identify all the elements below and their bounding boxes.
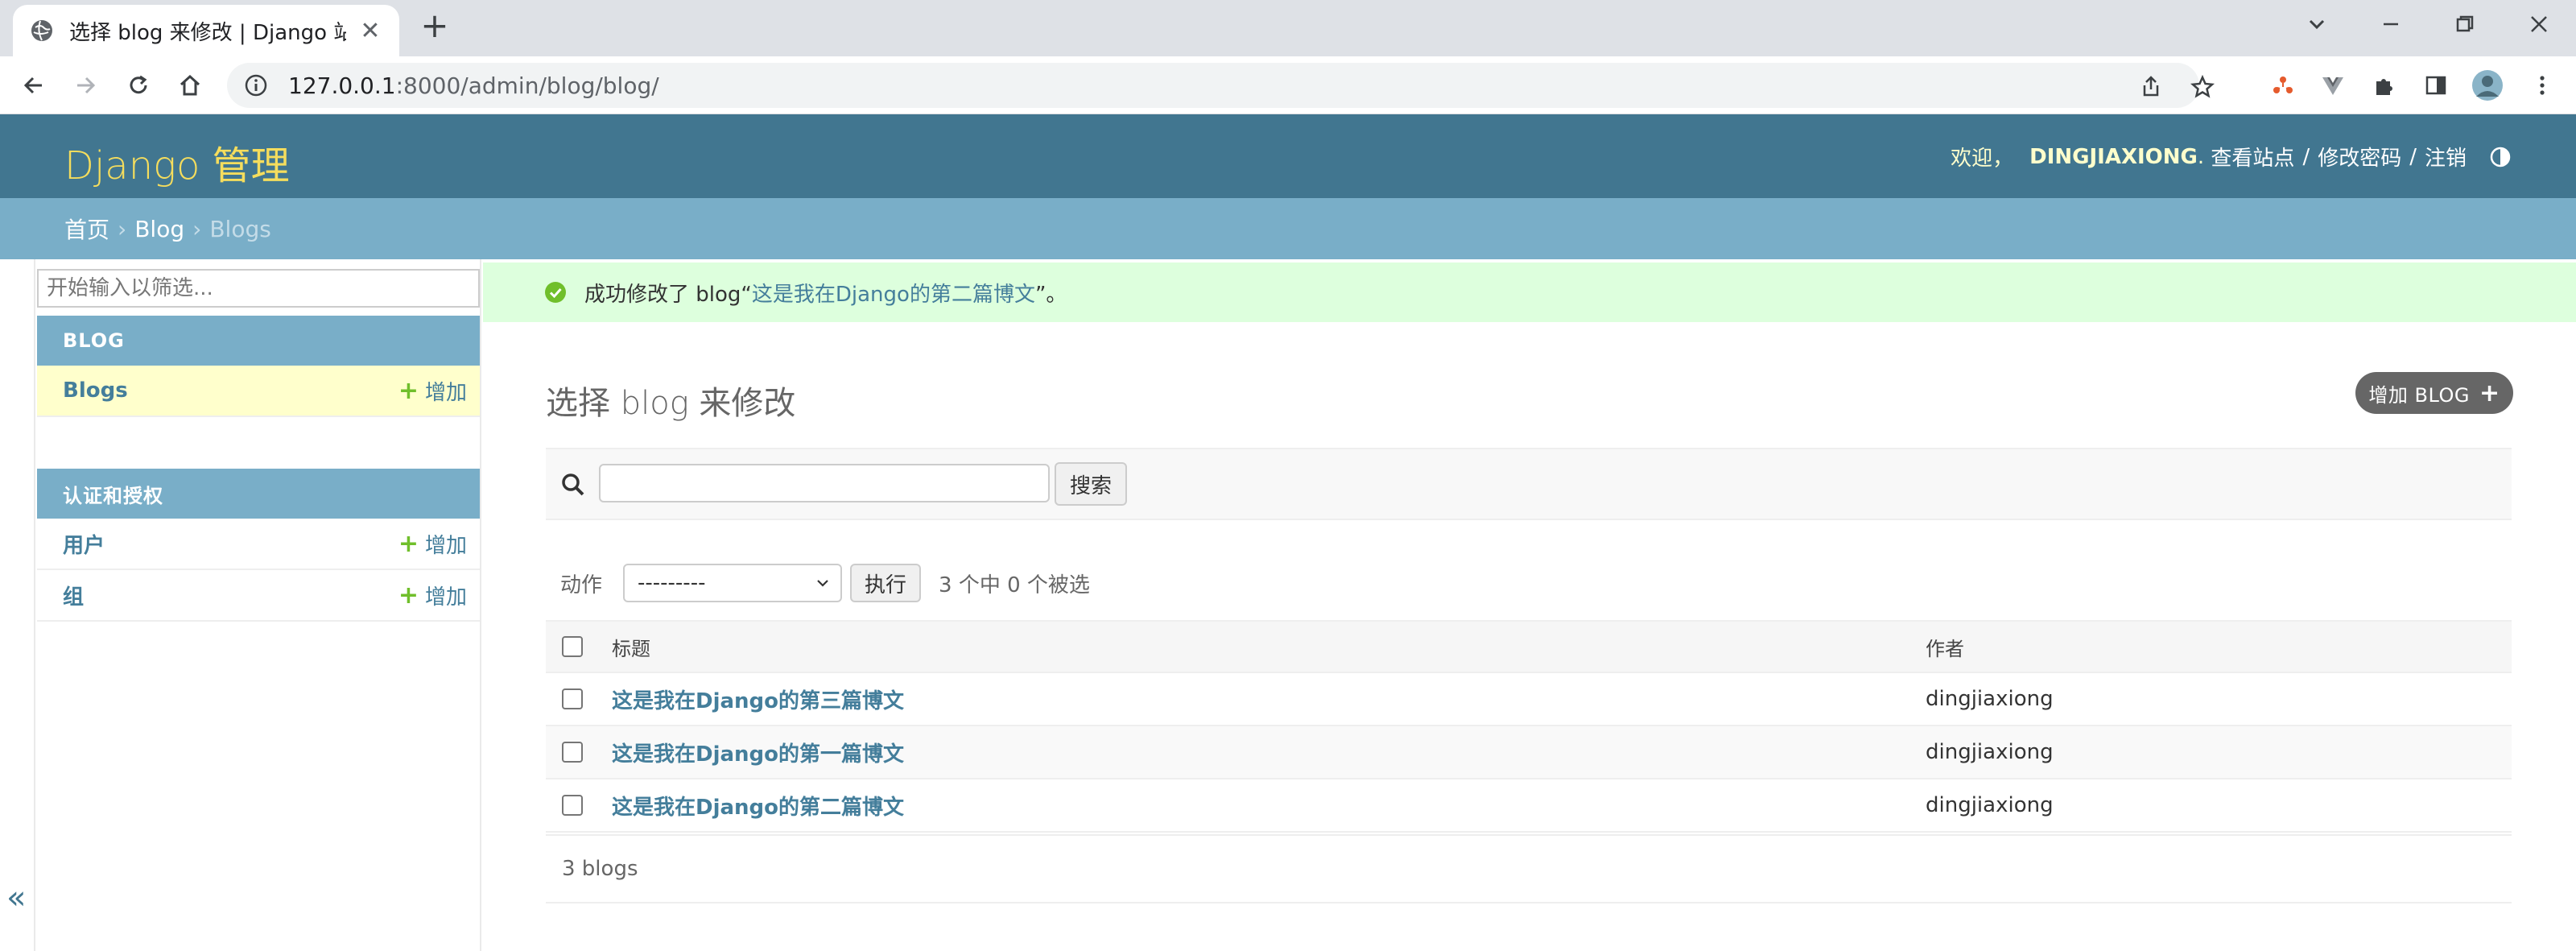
model-link[interactable]: 用户: [63, 529, 105, 559]
row-author: dingjiaxiong: [1926, 687, 2054, 711]
module-caption[interactable]: BLOG: [37, 316, 480, 366]
extension-icon[interactable]: [2265, 68, 2301, 103]
row-title-link[interactable]: 这是我在Django的第三篇博文: [612, 684, 904, 714]
change-password-link[interactable]: 修改密码: [2318, 142, 2401, 172]
profile-avatar[interactable]: [2470, 68, 2505, 103]
collapse-sidebar-icon[interactable]: «: [6, 879, 26, 916]
add-link[interactable]: + 增加: [398, 529, 467, 559]
row-author: dingjiaxiong: [1926, 793, 2054, 817]
row-checkbox[interactable]: [562, 795, 583, 816]
username: DINGJIAXIONG: [2029, 144, 2198, 169]
add-link[interactable]: + 增加: [398, 581, 467, 610]
bookmark-star-icon[interactable]: [2186, 71, 2219, 103]
execute-button[interactable]: 执行: [850, 564, 922, 602]
table-body: 这是我在Django的第三篇博文 dingjiaxiong 这是我在Django…: [546, 673, 2512, 833]
search-button[interactable]: 搜索: [1055, 462, 1127, 506]
back-icon[interactable]: [16, 68, 52, 103]
add-link[interactable]: + 增加: [398, 376, 467, 406]
side-panel-icon[interactable]: [2418, 68, 2454, 103]
paginator: 3 blogs: [546, 834, 2512, 903]
puzzle-icon[interactable]: [2367, 68, 2402, 103]
welcome-text: 欢迎，: [1951, 147, 2014, 171]
message-object-link[interactable]: 这是我在Django的第二篇博文: [752, 278, 1035, 308]
chevron-down-icon: [817, 580, 828, 587]
browser-menu-icon[interactable]: [2524, 68, 2560, 103]
success-check-icon: [545, 282, 566, 303]
sidebar-toggle-gutter[interactable]: «: [0, 259, 35, 951]
plus-icon: +: [398, 581, 419, 610]
success-message: 成功修改了 blog“ 这是我在Django的第二篇博文”。: [483, 263, 2576, 322]
table-row: 这是我在Django的第一篇博文 dingjiaxiong: [546, 726, 2512, 779]
address-bar[interactable]: 127.0.0.1:8000/admin/blog/blog/: [227, 63, 2215, 108]
home-icon[interactable]: [172, 68, 208, 103]
result-list: 标题 作者 这是我在Django的第三篇博文 dingjiaxiong 这是我在…: [546, 620, 2512, 833]
table-row: 这是我在Django的第三篇博文 dingjiaxiong: [546, 673, 2512, 726]
model-link[interactable]: Blogs: [63, 378, 128, 403]
nav-sidebar: « BLOG Blogs +增加 认证和授权 用户 +增加 组 +增加: [0, 259, 481, 951]
select-all-checkbox[interactable]: [562, 636, 583, 657]
action-select[interactable]: ---------: [623, 564, 843, 602]
page-title: 选择 blog 来修改: [546, 385, 796, 422]
nav-filter-input[interactable]: [37, 269, 480, 308]
url-path: :8000/admin/blog/blog/: [395, 72, 659, 99]
sidebar-item-users: 用户 + 增加: [37, 519, 480, 570]
column-header-title[interactable]: 标题: [612, 633, 650, 661]
restore-icon[interactable]: [2447, 6, 2483, 42]
breadcrumb-current: Blogs: [209, 215, 271, 242]
add-blog-button[interactable]: 增加 BLOG +: [2355, 372, 2513, 414]
plus-icon: +: [398, 376, 419, 405]
tab-title: 选择 blog 来修改 | Django 站点: [69, 20, 346, 45]
theme-toggle-icon[interactable]: [2489, 146, 2512, 168]
message-suffix: ”。: [1034, 282, 1067, 307]
user-tools: 欢迎， DINGJIAXIONG. 查看站点 / 修改密码 / 注销: [1951, 142, 2512, 172]
breadcrumb: 首页 › Blog › Blogs: [0, 198, 2576, 259]
browser-tab-bar: 选择 blog 来修改 | Django 站点 ✕ +: [0, 0, 2576, 56]
admin-header: Django 管理 欢迎， DINGJIAXIONG. 查看站点 / 修改密码 …: [0, 114, 2576, 198]
search-icon: [562, 473, 584, 496]
browser-toolbar: 127.0.0.1:8000/admin/blog/blog/: [0, 56, 2576, 114]
url-host: 127.0.0.1: [288, 72, 396, 99]
app-module-blog: BLOG Blogs + 增加: [37, 316, 480, 417]
table-header: 标题 作者: [546, 620, 2512, 673]
message-prefix: 成功修改了 blog“: [584, 282, 752, 307]
app-module-auth: 认证和授权 用户 + 增加 组 + 增加: [37, 469, 480, 622]
reload-icon[interactable]: [121, 68, 156, 103]
row-title-link[interactable]: 这是我在Django的第二篇博文: [612, 791, 904, 821]
selection-counter: 3 个中 0 个被选: [939, 573, 1090, 597]
breadcrumb-app[interactable]: Blog: [134, 216, 184, 242]
close-tab-icon[interactable]: ✕: [357, 17, 383, 45]
breadcrumb-home[interactable]: 首页: [64, 213, 109, 245]
share-icon[interactable]: [2135, 71, 2167, 103]
table-row: 这是我在Django的第二篇博文 dingjiaxiong: [546, 779, 2512, 833]
module-caption[interactable]: 认证和授权: [37, 469, 480, 519]
actions-bar: 动作 --------- 执行 3 个中 0 个被选: [546, 560, 1090, 606]
globe-icon: [31, 20, 52, 41]
search-input[interactable]: [599, 464, 1050, 502]
view-site-link[interactable]: 查看站点: [2211, 142, 2294, 172]
column-header-author[interactable]: 作者: [1926, 633, 1964, 661]
new-tab-icon[interactable]: +: [417, 8, 452, 43]
site-info-icon[interactable]: [243, 72, 269, 98]
plus-icon: +: [2479, 378, 2500, 407]
plus-icon: +: [398, 529, 419, 558]
browser-tab[interactable]: 选择 blog 来修改 | Django 站点 ✕: [13, 5, 399, 56]
tab-search-icon[interactable]: [2299, 6, 2334, 42]
sidebar-item-blogs: Blogs + 增加: [37, 366, 480, 417]
row-checkbox[interactable]: [562, 688, 583, 709]
row-checkbox[interactable]: [562, 742, 583, 763]
model-link[interactable]: 组: [63, 581, 84, 610]
site-branding[interactable]: Django 管理: [64, 134, 290, 190]
sidebar-item-groups: 组 + 增加: [37, 570, 480, 622]
vue-devtools-icon[interactable]: [2315, 68, 2351, 103]
forward-icon[interactable]: [68, 68, 103, 103]
action-label: 动作: [560, 573, 603, 597]
row-title-link[interactable]: 这是我在Django的第一篇博文: [612, 738, 904, 767]
search-toolbar: 搜索: [546, 448, 2512, 520]
row-author: dingjiaxiong: [1926, 740, 2054, 764]
minimize-icon[interactable]: [2373, 6, 2409, 42]
logout-link[interactable]: 注销: [2425, 142, 2467, 172]
close-window-icon[interactable]: [2521, 6, 2557, 42]
